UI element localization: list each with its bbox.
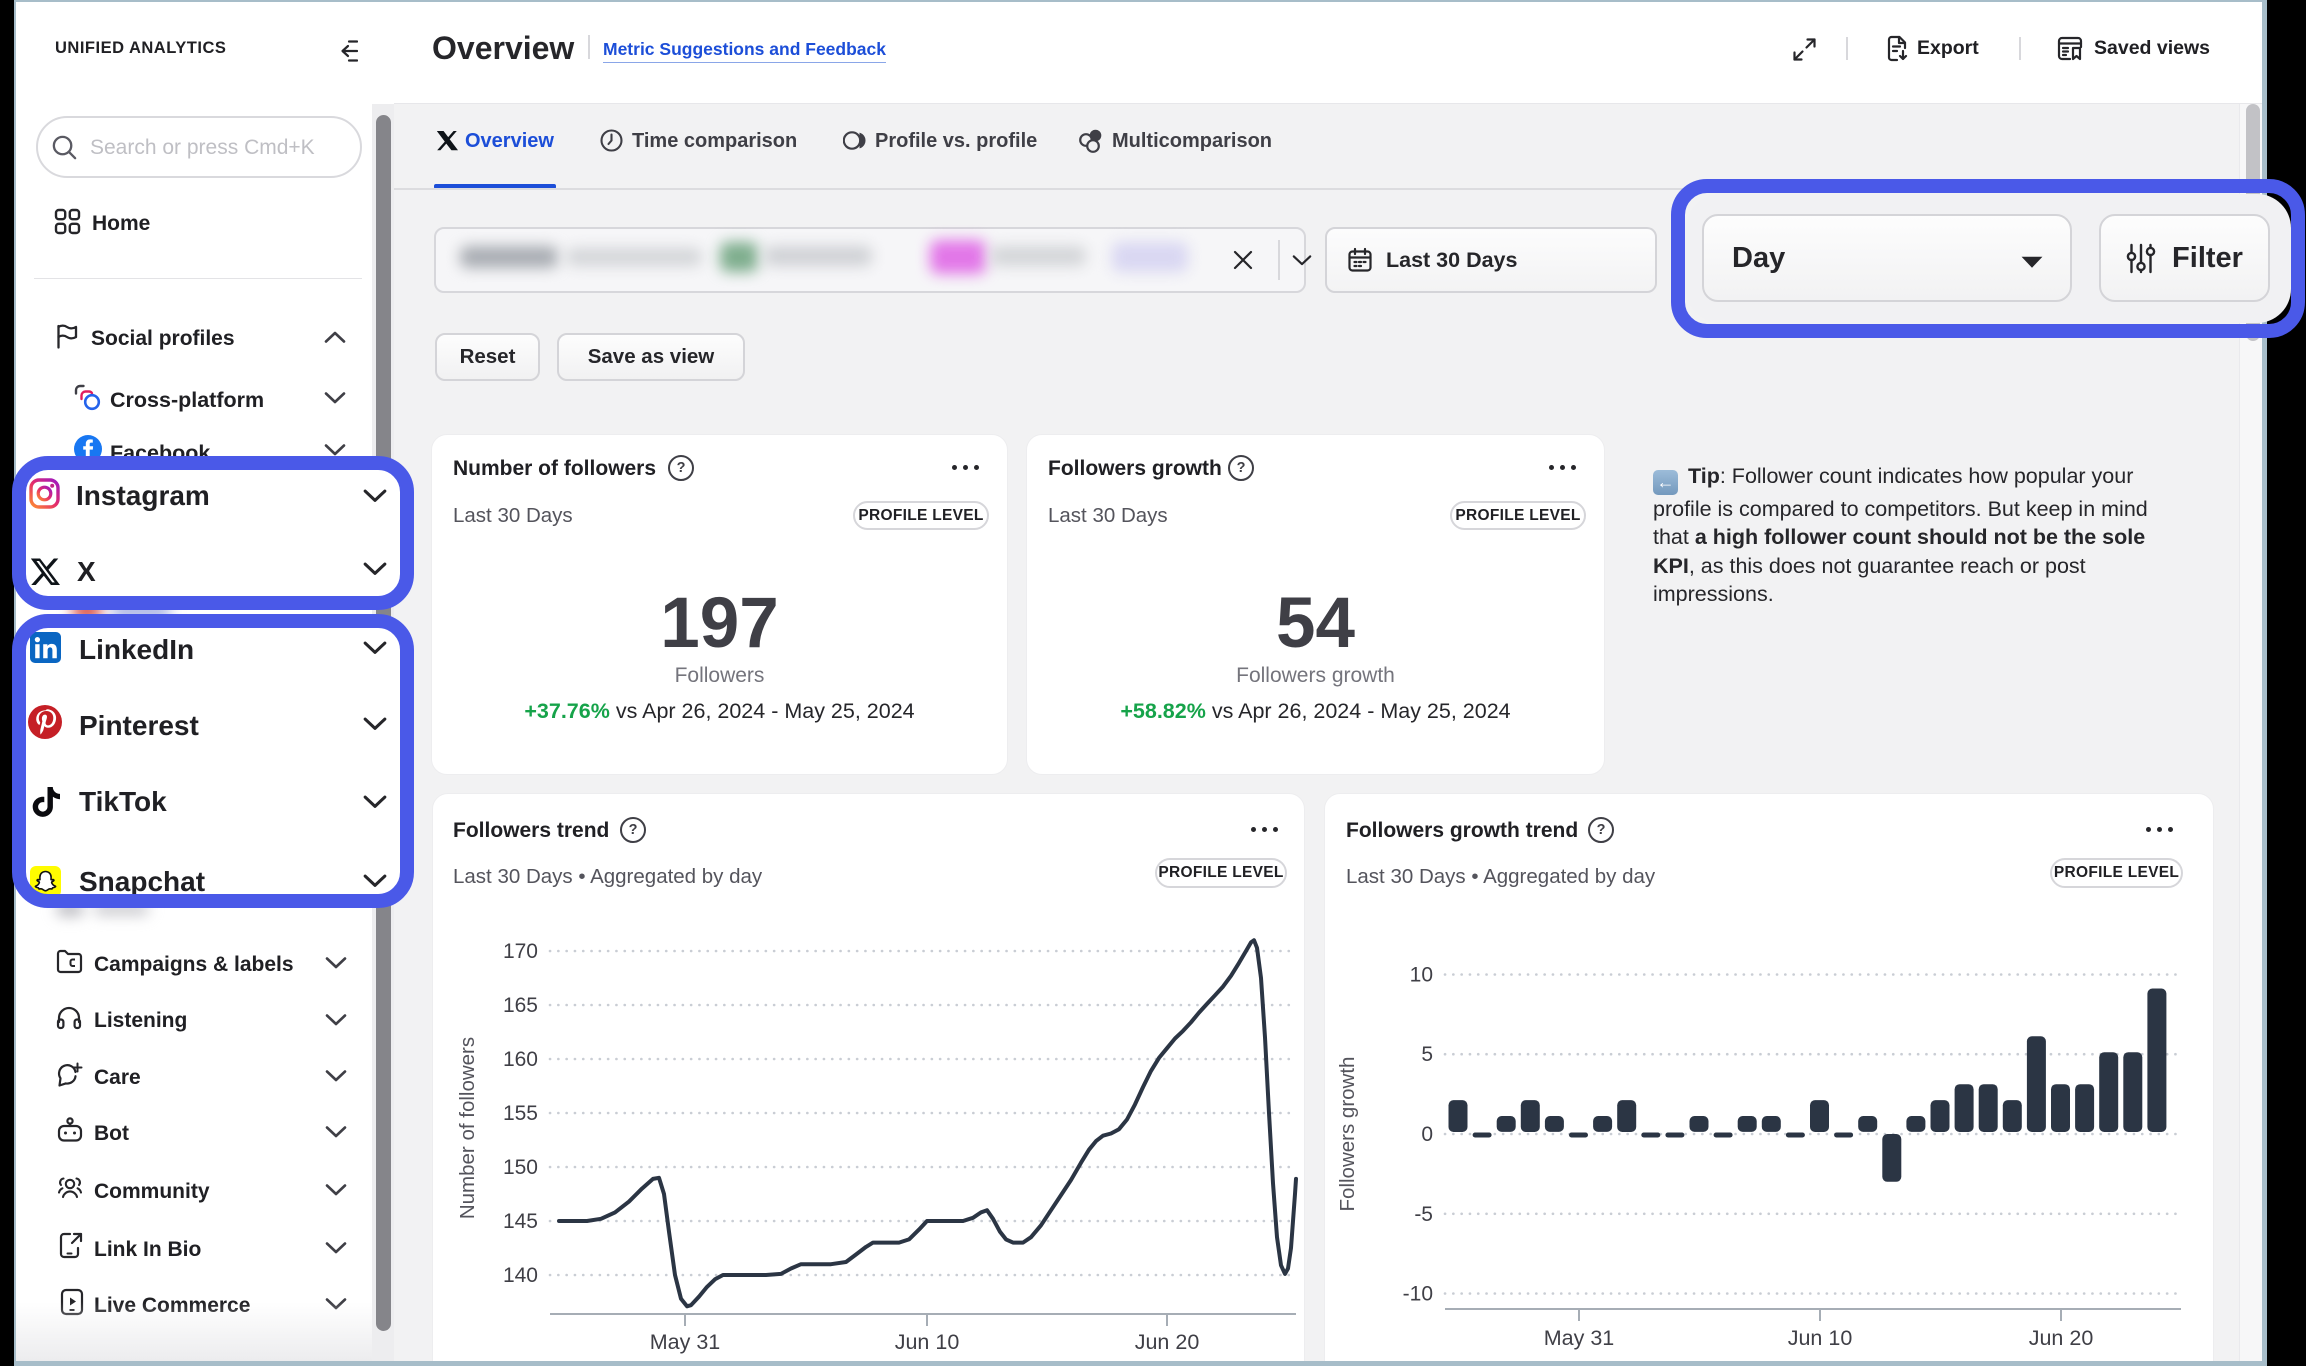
svg-text:Number of followers: Number of followers	[456, 1037, 479, 1219]
svg-text:Followers growth: Followers growth	[1336, 1057, 1359, 1212]
svg-text:May 31: May 31	[1544, 1326, 1615, 1350]
svg-text:155: 155	[503, 1102, 538, 1125]
svg-text:160: 160	[503, 1048, 538, 1071]
svg-text:May 31: May 31	[650, 1330, 721, 1354]
svg-text:Jun 10: Jun 10	[895, 1330, 960, 1354]
svg-text:-10: -10	[1403, 1283, 1433, 1306]
svg-text:Jun 20: Jun 20	[2029, 1326, 2094, 1350]
svg-text:5: 5	[1421, 1043, 1433, 1066]
svg-text:140: 140	[503, 1264, 538, 1287]
svg-text:170: 170	[503, 940, 538, 963]
svg-text:145: 145	[503, 1210, 538, 1233]
svg-text:0: 0	[1421, 1123, 1433, 1146]
svg-text:10: 10	[1410, 964, 1433, 987]
svg-text:-5: -5	[1414, 1203, 1433, 1226]
svg-text:150: 150	[503, 1156, 538, 1179]
svg-text:Jun 20: Jun 20	[1135, 1330, 1200, 1354]
svg-text:165: 165	[503, 994, 538, 1017]
svg-text:Jun 10: Jun 10	[1788, 1326, 1853, 1350]
